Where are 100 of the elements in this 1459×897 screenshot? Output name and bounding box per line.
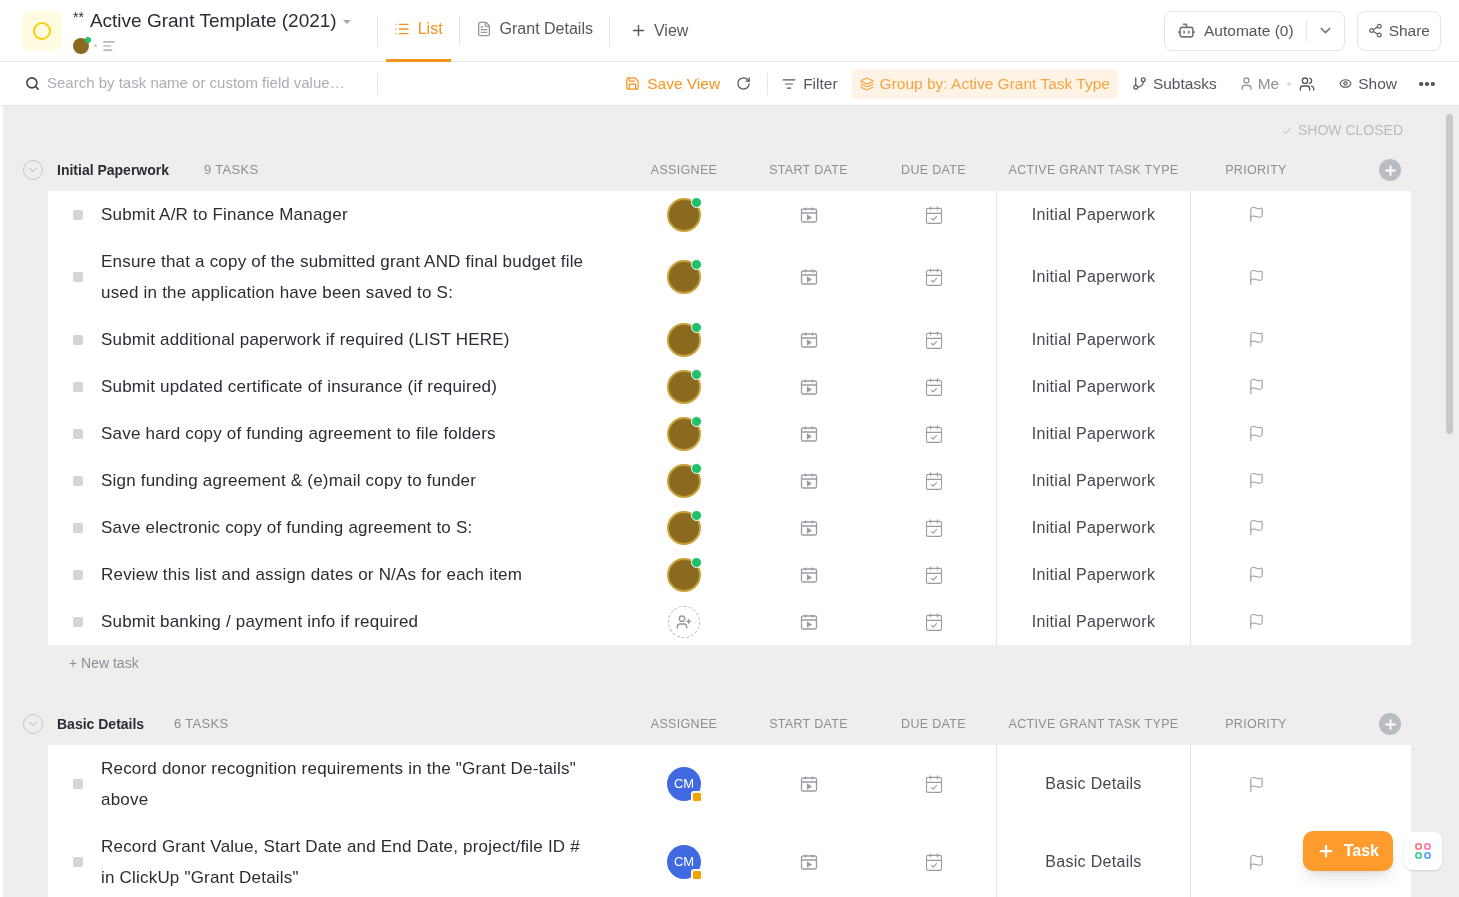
task-checkbox[interactable]: [73, 334, 83, 345]
calendar-play-icon[interactable]: [798, 852, 819, 872]
online-status-icon: [691, 196, 702, 208]
caret-icon[interactable]: [342, 19, 351, 24]
task-name[interactable]: Submit A/R to Finance Manager: [101, 199, 591, 230]
calendar-check-icon[interactable]: [923, 204, 944, 225]
owner-avatar[interactable]: [73, 37, 89, 54]
flag-icon[interactable]: [1247, 613, 1265, 630]
assignees-icon[interactable]: [1299, 75, 1316, 92]
subtasks-button[interactable]: Subtasks: [1131, 71, 1217, 96]
task-checkbox[interactable]: [73, 857, 83, 867]
apps-button[interactable]: [1404, 832, 1442, 870]
task-type[interactable]: Initial Paperwork: [1031, 421, 1156, 446]
avatar-photo[interactable]: [667, 369, 701, 404]
avatar-photo[interactable]: [667, 197, 701, 232]
task-checkbox[interactable]: [73, 522, 83, 533]
task-type[interactable]: Initial Paperwork: [1031, 609, 1156, 634]
apps-icon: [1415, 843, 1431, 859]
filter-button[interactable]: Filter: [782, 71, 838, 96]
calendar-check-icon[interactable]: [923, 423, 944, 444]
calendar-check-icon[interactable]: [923, 564, 944, 585]
avatar-photo[interactable]: [667, 557, 701, 592]
calendar-play-icon[interactable]: [798, 774, 819, 794]
task-checkbox[interactable]: [73, 475, 83, 486]
share-button[interactable]: Share: [1356, 10, 1441, 51]
group-name: Initial Paperwork: [57, 160, 171, 180]
task-type[interactable]: Initial Paperwork: [1031, 327, 1156, 352]
calendar-check-icon[interactable]: [923, 329, 944, 350]
calendar-check-icon[interactable]: [923, 611, 944, 632]
task-checkbox[interactable]: [73, 616, 83, 627]
task-name[interactable]: Ensure that a copy of the submitted grant AND final budget file used in the application have been saved to S:: [101, 246, 591, 308]
flag-icon[interactable]: [1247, 519, 1265, 536]
task-name[interactable]: Submit updated certificate of insurance (if required): [101, 371, 591, 402]
task-checkbox[interactable]: [73, 272, 83, 282]
calendar-play-icon[interactable]: [798, 267, 819, 287]
task-type[interactable]: Initial Paperwork: [1031, 374, 1156, 399]
task-type[interactable]: Initial Paperwork: [1031, 562, 1156, 587]
task-type[interactable]: Basic Details: [1045, 850, 1142, 874]
task-type[interactable]: Initial Paperwork: [1031, 468, 1156, 493]
task-name[interactable]: Submit additional paperwork if required (LIST HERE): [101, 324, 591, 355]
calendar-check-icon[interactable]: [923, 470, 944, 491]
flag-icon[interactable]: [1247, 775, 1265, 793]
flag-icon[interactable]: [1247, 425, 1265, 442]
flag-icon[interactable]: [1247, 566, 1265, 583]
task-type[interactable]: Initial Paperwork: [1031, 515, 1156, 540]
robot-icon: [1177, 21, 1196, 40]
task-type[interactable]: Basic Details: [1045, 772, 1142, 796]
task-type[interactable]: Initial Paperwork: [1031, 202, 1156, 227]
avatar-photo[interactable]: [667, 260, 701, 294]
avatar-photo[interactable]: [667, 322, 701, 357]
reset-icon[interactable]: [736, 76, 752, 91]
task-type[interactable]: Initial Paperwork: [1031, 265, 1156, 289]
task-name[interactable]: Sign funding agreement & (e)mail copy to funder: [101, 465, 591, 496]
avatar-photo[interactable]: [667, 416, 701, 451]
flag-icon[interactable]: [1247, 472, 1265, 489]
list-title[interactable]: ** Active Grant Template (2021): [73, 7, 337, 36]
scrollbar[interactable]: [1446, 114, 1453, 434]
avatar[interactable]: CM: [667, 767, 701, 801]
task-checkbox[interactable]: [73, 381, 83, 392]
add-column-icon[interactable]: [1379, 713, 1401, 735]
flag-icon[interactable]: [1247, 853, 1265, 871]
view-tab[interactable]: Grant Details: [467, 0, 601, 62]
avatar[interactable]: CM: [667, 845, 701, 879]
task-name[interactable]: Save hard copy of funding agreement to file folders: [101, 418, 591, 449]
task-checkbox[interactable]: [73, 209, 83, 220]
calendar-check-icon[interactable]: [923, 376, 944, 397]
add-column-icon[interactable]: [1379, 159, 1401, 181]
calendar-check-icon[interactable]: [923, 852, 944, 872]
task-name[interactable]: Submit banking / payment info if required: [101, 606, 591, 637]
task-name[interactable]: Record donor recognition requirements in the "Grant De-tails" above: [101, 753, 591, 815]
search-icon: [25, 76, 40, 91]
add-view-button[interactable]: View: [621, 18, 697, 43]
online-status-icon: [691, 321, 702, 333]
description-icon[interactable]: [102, 38, 116, 53]
search-field[interactable]: Search by task name or custom field value…: [47, 72, 377, 95]
flag-icon[interactable]: [1247, 268, 1265, 286]
list-icon[interactable]: [22, 10, 62, 51]
calendar-check-icon[interactable]: [923, 774, 944, 794]
avatar-photo[interactable]: [667, 463, 701, 498]
group-name: Basic Details: [57, 714, 146, 734]
calendar-check-icon[interactable]: [923, 517, 944, 538]
task-name[interactable]: Save electronic copy of funding agreement to S:: [101, 512, 591, 543]
task-checkbox[interactable]: [73, 779, 83, 789]
automate-button[interactable]: Automate (0): [1164, 10, 1345, 51]
show-button[interactable]: Show: [1339, 71, 1397, 96]
user-icon: [1238, 76, 1254, 91]
flag-icon[interactable]: [1247, 378, 1265, 395]
flag-icon[interactable]: [1247, 331, 1265, 348]
flag-icon[interactable]: [1247, 206, 1265, 223]
list-view-icon: [393, 21, 410, 37]
avatar-photo[interactable]: [667, 510, 701, 545]
task-name[interactable]: Record Grant Value, Start Date and End Date, project/file ID # in ClickUp "Grant Details": [101, 831, 591, 893]
task-checkbox[interactable]: [73, 428, 83, 439]
save-icon: [625, 76, 641, 91]
calendar-check-icon[interactable]: [923, 267, 944, 287]
task-checkbox[interactable]: [73, 569, 83, 580]
subtasks-icon: [1131, 76, 1147, 91]
online-status-icon: [691, 462, 702, 474]
task-name[interactable]: Review this list and assign dates or N/As for each item: [101, 559, 591, 590]
document-icon: [475, 21, 492, 37]
